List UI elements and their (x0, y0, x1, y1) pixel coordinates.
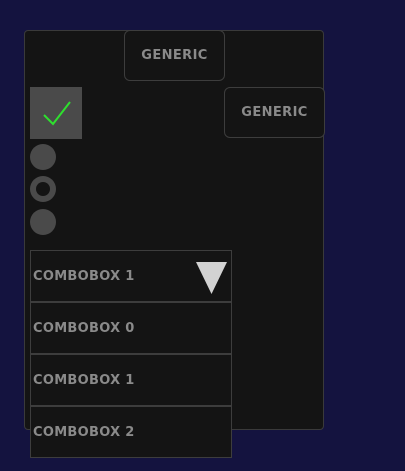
combobox-selected-label: COMBOBOX 1 (33, 268, 135, 284)
app-root: GENERIC GENERIC COMBOBOX 1 COMBOBOX 0 CO… (0, 0, 405, 471)
checkbox[interactable] (30, 87, 82, 139)
combobox-option-label: COMBOBOX 0 (33, 320, 135, 336)
radio-button-3[interactable] (30, 209, 56, 235)
checkmark-icon (43, 101, 71, 126)
triangle-down-icon[interactable] (196, 261, 228, 295)
generic-button-2[interactable]: GENERIC (224, 87, 325, 138)
combobox[interactable]: COMBOBOX 1 (30, 250, 232, 302)
combobox-option-0[interactable]: COMBOBOX 0 (30, 302, 232, 354)
radio-button-1[interactable] (30, 144, 56, 170)
generic-button-1[interactable]: GENERIC (124, 30, 225, 81)
combobox-option-label: COMBOBOX 1 (33, 372, 135, 388)
combobox-option-2[interactable]: COMBOBOX 2 (30, 406, 232, 458)
radio-button-2[interactable] (30, 176, 56, 202)
combobox-option-label: COMBOBOX 2 (33, 424, 135, 440)
combobox-option-1[interactable]: COMBOBOX 1 (30, 354, 232, 406)
